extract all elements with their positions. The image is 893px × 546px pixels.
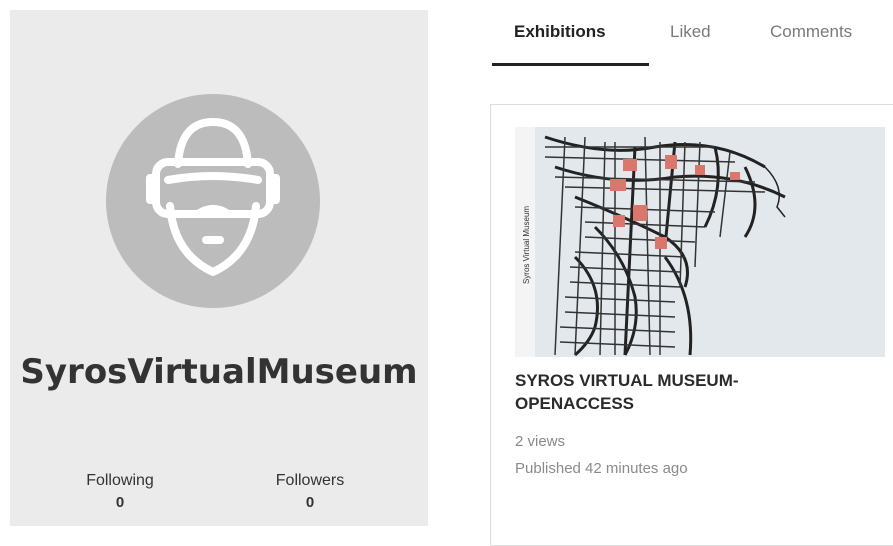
profile-tabs: Exhibitions Liked Comments xyxy=(490,0,893,66)
followers-label: Followers xyxy=(275,472,345,489)
followers-stat[interactable]: Followers 0 xyxy=(250,470,370,514)
exhibition-title[interactable]: SYROS VIRTUAL MUSEUM-OPENACCESS xyxy=(515,369,765,415)
tab-liked[interactable]: Liked xyxy=(670,22,711,42)
svg-text:Syros Virtual Museum: Syros Virtual Museum xyxy=(522,206,531,284)
vr-headset-user-icon xyxy=(146,118,280,276)
profile-panel: SyrosVirtualMuseum Following 0 Followers… xyxy=(10,10,428,526)
syros-map-thumbnail: Syros Virtual Museum xyxy=(515,127,885,357)
following-stat[interactable]: Following 0 xyxy=(60,470,180,514)
following-count: 0 xyxy=(115,494,125,511)
tab-comments[interactable]: Comments xyxy=(770,22,852,42)
view-count: 2 views xyxy=(515,433,566,450)
following-label: Following xyxy=(86,472,154,489)
avatar xyxy=(106,94,320,308)
followers-count: 0 xyxy=(305,494,315,511)
exhibition-thumbnail[interactable]: Syros Virtual Museum xyxy=(515,127,885,357)
published-time: Published 42 minutes ago xyxy=(515,460,688,477)
active-tab-indicator xyxy=(492,63,649,66)
tab-exhibitions[interactable]: Exhibitions xyxy=(514,22,606,42)
username: SyrosVirtualMuseum xyxy=(20,352,418,392)
exhibition-card[interactable]: Syros Virtual Museum SYROS VIRTUAL MUSEU… xyxy=(490,104,893,546)
